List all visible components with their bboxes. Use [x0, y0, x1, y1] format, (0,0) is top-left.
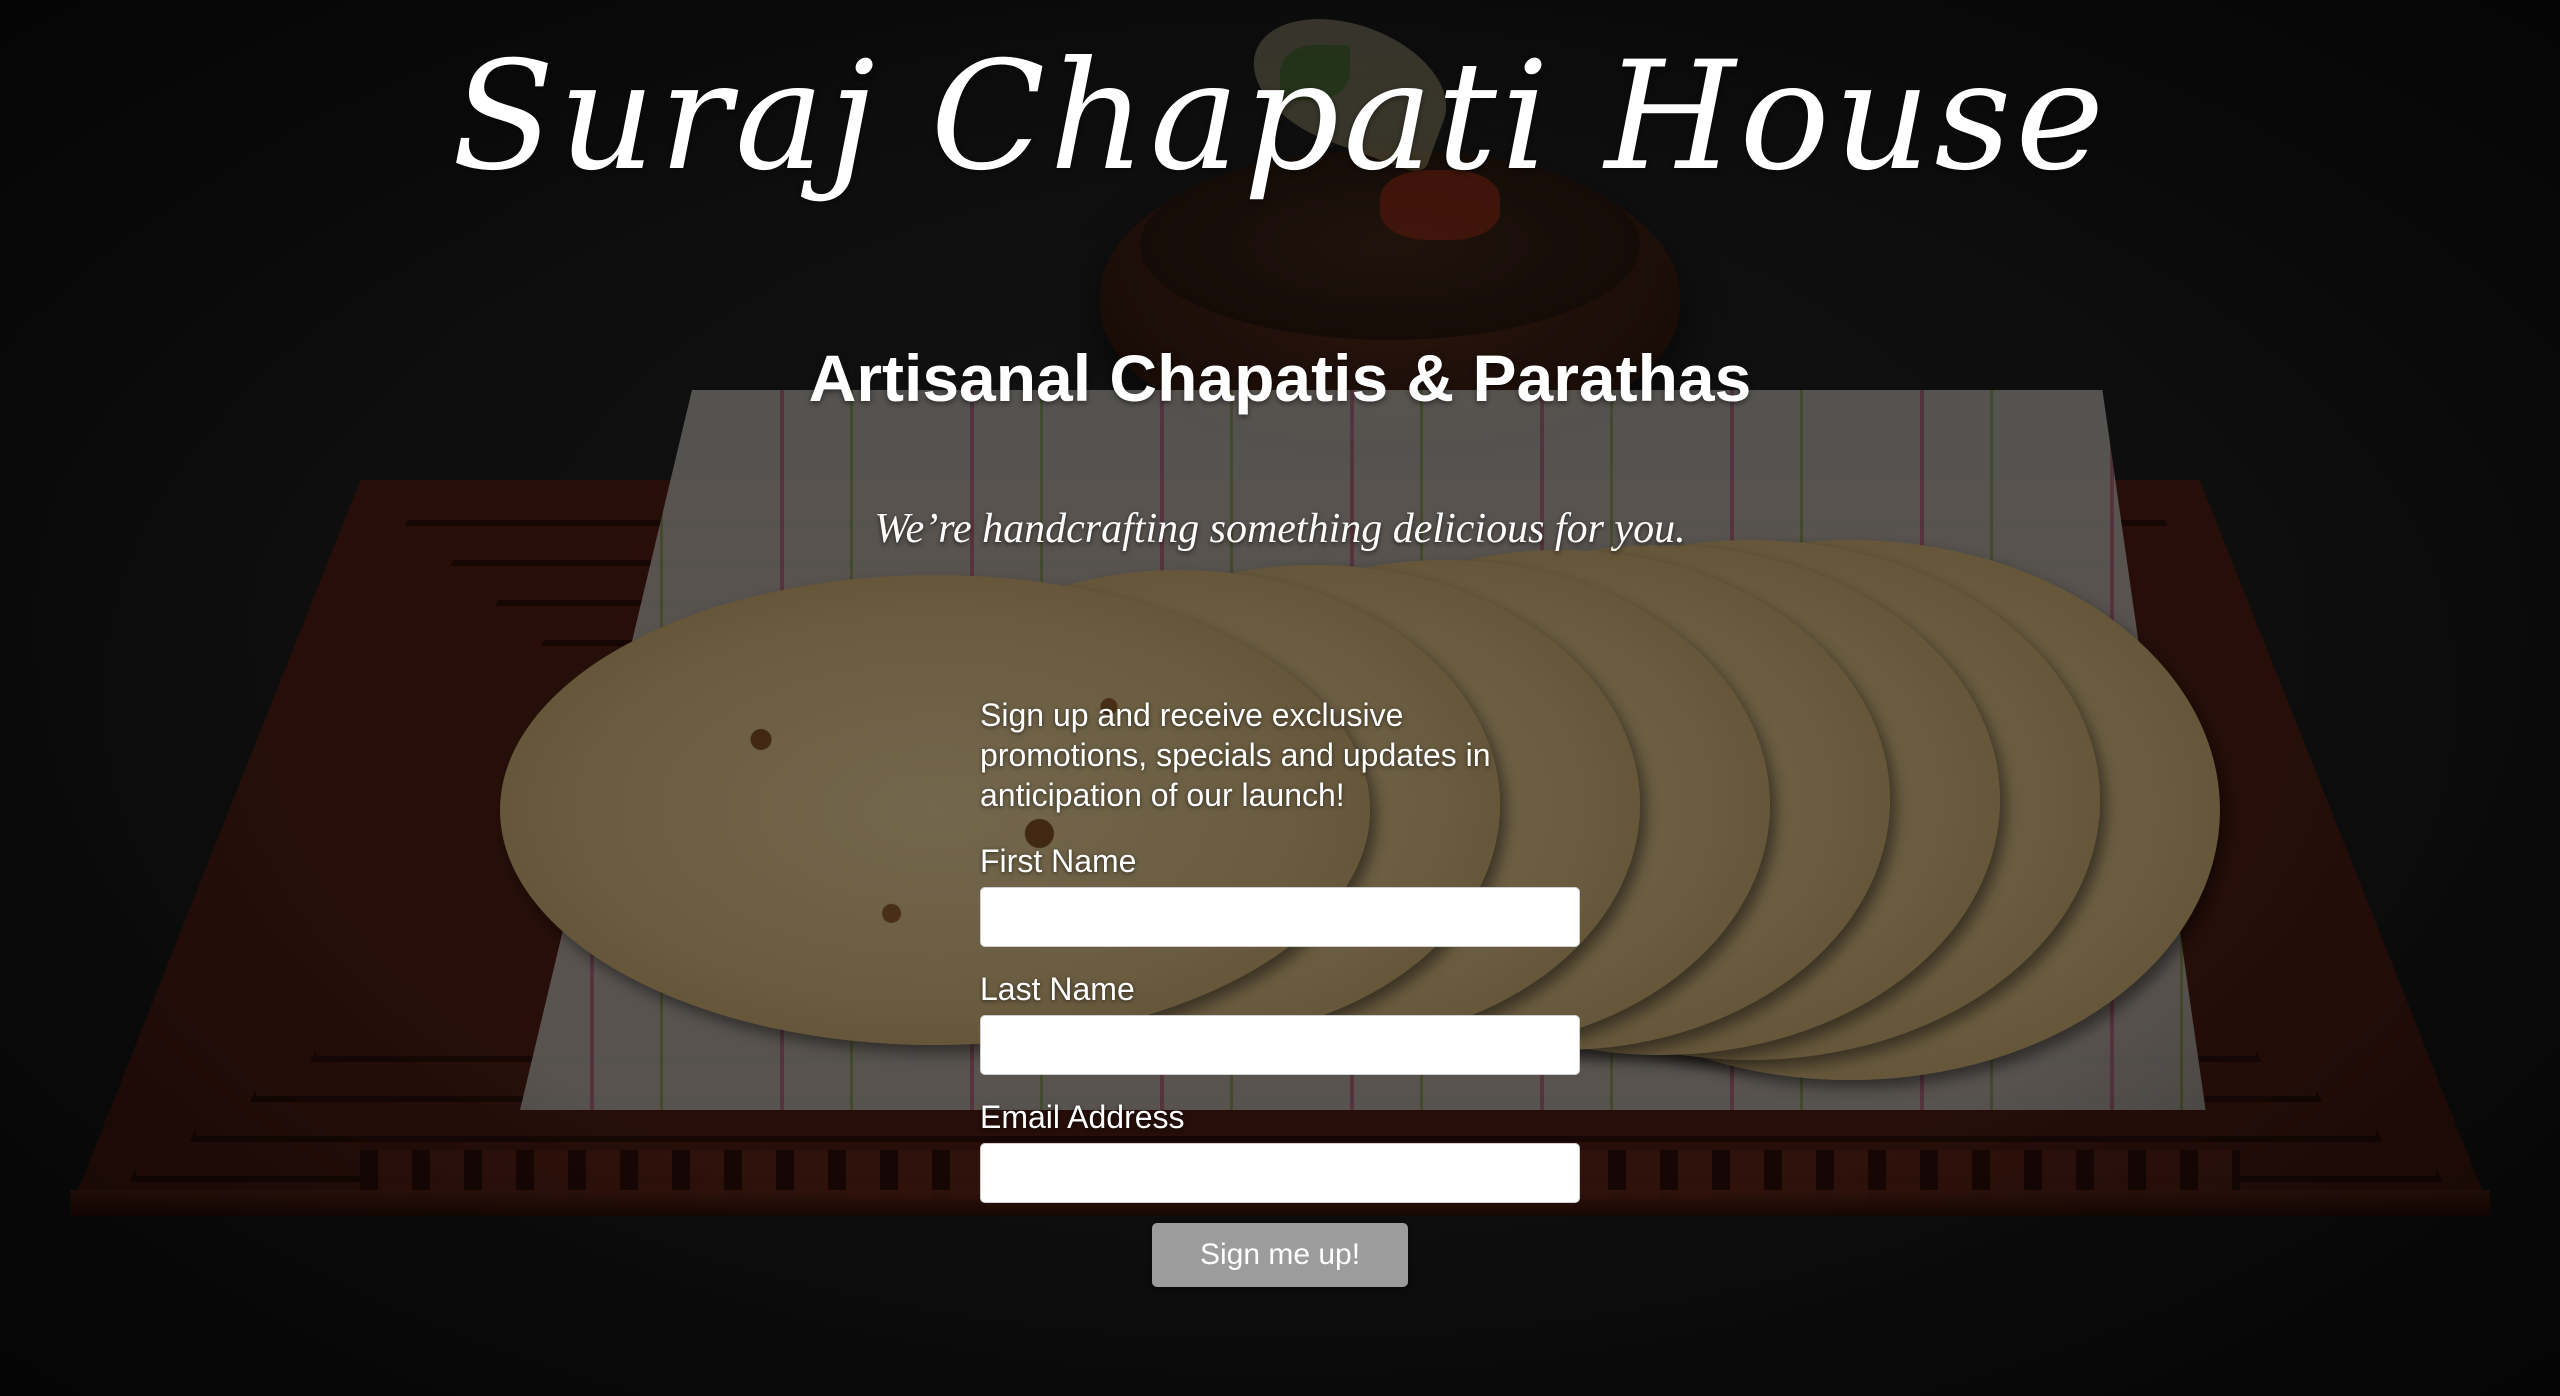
page-subtagline: We’re handcrafting something delicious f… [874, 506, 1686, 552]
last-name-label: Last Name [980, 971, 1135, 1007]
email-label: Email Address [980, 1099, 1185, 1135]
submit-row: Sign me up! [980, 1223, 1580, 1287]
first-name-label: First Name [980, 843, 1137, 879]
signup-form: Sign up and receive exclusive promotions… [980, 695, 1580, 1287]
landing-page: Suraj Chapati House Artisanal Chapatis &… [0, 0, 2560, 1396]
signup-intro-text: Sign up and receive exclusive promotions… [980, 697, 1491, 813]
page-tagline: Artisanal Chapatis & Parathas [808, 341, 1752, 415]
first-name-field[interactable] [980, 887, 1580, 947]
last-name-field[interactable] [980, 1015, 1580, 1075]
email-field[interactable] [980, 1143, 1580, 1203]
sign-up-button[interactable]: Sign me up! [1152, 1223, 1408, 1287]
brand-title: Suraj Chapati House [451, 30, 2109, 204]
